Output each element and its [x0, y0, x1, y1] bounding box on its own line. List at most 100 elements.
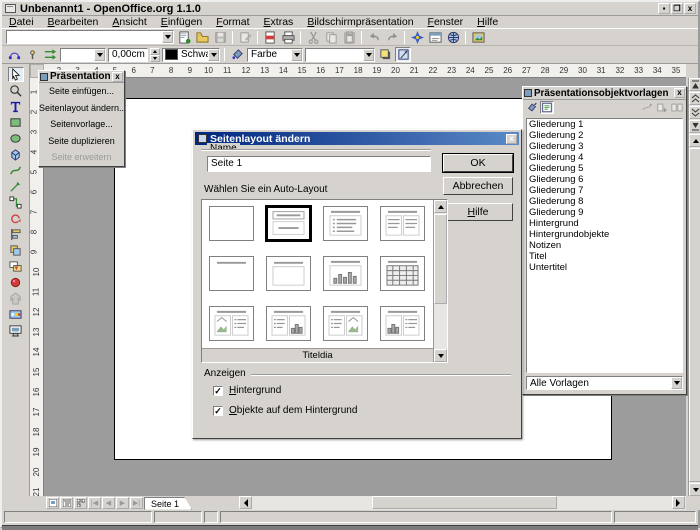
menu-item[interactable]: Hilfe	[470, 16, 505, 28]
fill-type-combobox[interactable]: Farbe	[247, 48, 303, 62]
scroll-right-icon[interactable]	[672, 496, 685, 509]
open-icon[interactable]	[194, 30, 210, 45]
line-style-combobox[interactable]	[60, 48, 106, 62]
document-url-combobox[interactable]	[6, 30, 174, 44]
line-width-field[interactable]: 0,00cm	[108, 48, 148, 62]
spin-up-icon[interactable]	[150, 48, 160, 55]
rotation-mode-icon[interactable]	[395, 47, 411, 62]
layout-blank[interactable]	[209, 206, 254, 241]
restore-button[interactable]: ❐	[671, 3, 683, 14]
presentation-icon[interactable]	[8, 323, 24, 338]
view-slides-button[interactable]	[74, 497, 87, 509]
cut-icon[interactable]	[305, 30, 321, 45]
scroll-up-icon[interactable]	[434, 200, 447, 213]
arrange-icon[interactable]	[8, 243, 24, 258]
style-list-item[interactable]: Gliederung 9	[527, 207, 682, 218]
edit-file-icon[interactable]	[237, 30, 253, 45]
fill-format-icon[interactable]	[525, 101, 539, 114]
chevron-down-icon[interactable]	[291, 49, 302, 61]
close-icon[interactable]: x	[674, 88, 685, 98]
style-list-item[interactable]: Gliederung 8	[527, 196, 682, 207]
close-icon[interactable]: x	[112, 72, 123, 82]
animation-icon[interactable]	[8, 307, 24, 322]
menu-item[interactable]: Ansicht	[105, 16, 153, 28]
page-tab[interactable]: Seite 1	[144, 497, 192, 510]
layout-title-text-clipart[interactable]	[323, 306, 368, 341]
close-icon[interactable]: x	[506, 134, 517, 144]
undo-icon[interactable]	[366, 30, 382, 45]
interaction-icon[interactable]	[8, 291, 24, 306]
copy-icon[interactable]	[323, 30, 339, 45]
3d-objects-icon[interactable]	[8, 147, 24, 162]
curve-icon[interactable]	[8, 163, 24, 178]
hyperlink-icon[interactable]	[445, 30, 461, 45]
next-page-button[interactable]	[689, 106, 700, 119]
area-fill-icon[interactable]	[229, 47, 245, 62]
last-slide-tab-button[interactable]: ▶|	[130, 497, 143, 509]
connector-icon[interactable]	[8, 195, 24, 210]
layout-title-text-chart[interactable]	[266, 306, 311, 341]
line-width-stepper[interactable]	[150, 48, 160, 62]
style-list-item[interactable]: Gliederung 2	[527, 130, 682, 141]
layout-title-only[interactable]	[209, 256, 254, 291]
chevron-down-icon[interactable]	[671, 377, 682, 389]
layout-scrollbar[interactable]	[433, 200, 447, 362]
style-list-item[interactable]: Titel	[527, 251, 682, 262]
layout-title-two-content[interactable]	[380, 206, 425, 241]
fill-color-combobox[interactable]	[305, 48, 375, 62]
layout-title-frame[interactable]	[266, 256, 311, 291]
ok-button[interactable]: OK	[443, 154, 513, 172]
new-style-icon[interactable]	[640, 101, 654, 114]
background-objects-checkbox[interactable]: ✓	[213, 406, 223, 416]
first-page-button[interactable]	[689, 78, 700, 91]
print-icon[interactable]	[280, 30, 296, 45]
menu-item[interactable]: Extras	[257, 16, 301, 28]
chevron-down-icon[interactable]	[208, 49, 219, 61]
vertical-scrollbar[interactable]	[688, 78, 700, 496]
first-slide-tab-button[interactable]: |◀	[88, 497, 101, 509]
layout-title-content[interactable]	[323, 206, 368, 241]
scroll-up-icon[interactable]	[689, 134, 700, 147]
cancel-button[interactable]: Abbrechen	[443, 177, 513, 195]
page-name-input[interactable]: Seite 1	[207, 156, 431, 172]
shadow-icon[interactable]	[377, 47, 393, 62]
style-list-item[interactable]: Untertitel	[527, 262, 682, 273]
chevron-down-icon[interactable]	[162, 31, 173, 43]
menu-item[interactable]: Bildschirmpräsentation	[300, 16, 420, 28]
update-style-icon[interactable]	[655, 101, 669, 114]
layout-title-chart-text[interactable]	[380, 306, 425, 341]
style-list-item[interactable]: Gliederung 1	[527, 119, 682, 130]
menu-item[interactable]: Fenster	[421, 16, 471, 28]
close-button[interactable]: x	[684, 3, 696, 14]
lines-arrows-icon[interactable]	[8, 179, 24, 194]
gallery-icon[interactable]	[470, 30, 486, 45]
layout-title-subtitle[interactable]	[266, 206, 311, 241]
object-styles-icon[interactable]	[540, 101, 554, 114]
scroll-down-icon[interactable]	[434, 349, 447, 362]
save-icon[interactable]	[212, 30, 228, 45]
scrollbar-thumb[interactable]	[689, 148, 700, 482]
arrow-style-icon[interactable]	[42, 47, 58, 62]
zoom-icon[interactable]	[8, 83, 24, 98]
export-pdf-icon[interactable]	[262, 30, 278, 45]
style-list-item[interactable]: Notizen	[527, 240, 682, 251]
scrollbar-thumb[interactable]	[434, 214, 447, 304]
stylist-icon[interactable]	[427, 30, 443, 45]
select-icon[interactable]	[8, 67, 24, 82]
style-list-item[interactable]: Gliederung 6	[527, 174, 682, 185]
edit-points-icon[interactable]	[6, 47, 22, 62]
palette-command[interactable]: Seitenvorlage...	[39, 116, 124, 133]
text-icon[interactable]	[8, 99, 24, 114]
dialog-title-bar[interactable]: Seitenlayout ändern x	[195, 132, 519, 145]
next-slide-tab-button[interactable]: ▶	[116, 497, 129, 509]
insert-icon[interactable]	[8, 259, 24, 274]
palette-command[interactable]: Seitenlayout ändern...	[39, 100, 124, 117]
style-list-item[interactable]: Hintergrundobjekte	[527, 229, 682, 240]
style-filter-combobox[interactable]: Alle Vorlagen	[526, 376, 683, 390]
style-list-item[interactable]: Gliederung 7	[527, 185, 682, 196]
horizontal-scrollbar[interactable]	[239, 496, 686, 510]
spin-down-icon[interactable]	[150, 55, 160, 62]
ellipse-icon[interactable]	[8, 131, 24, 146]
scroll-left-icon[interactable]	[239, 496, 252, 509]
chevron-down-icon[interactable]	[94, 49, 105, 61]
